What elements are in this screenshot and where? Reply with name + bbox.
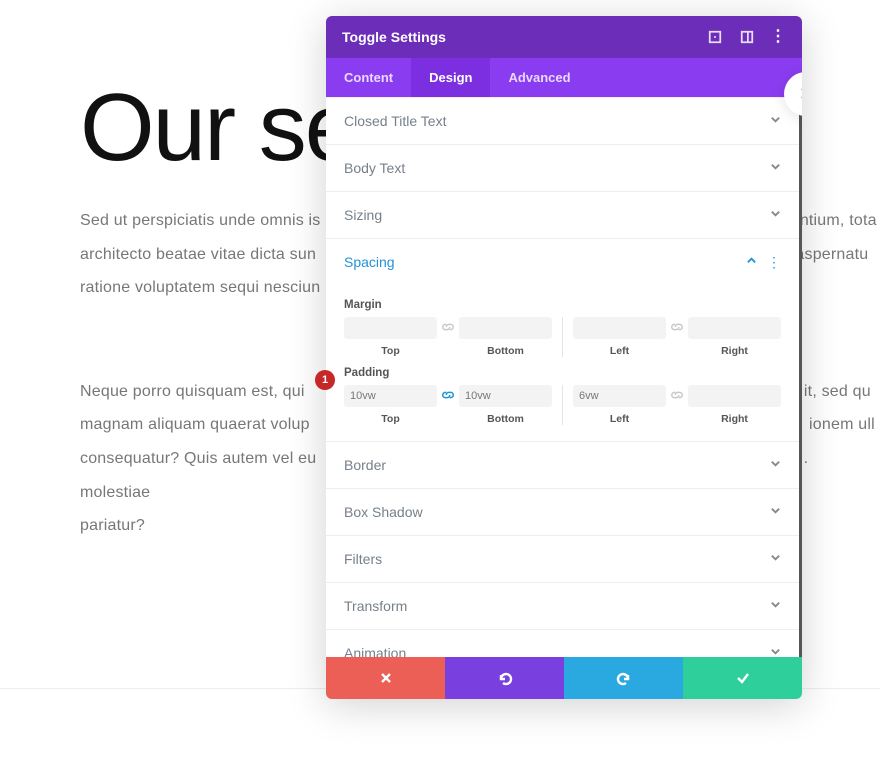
cancel-button[interactable] — [326, 657, 445, 699]
modal-title: Toggle Settings — [342, 29, 446, 45]
save-button[interactable] — [683, 657, 802, 699]
chevron-down-icon — [770, 456, 781, 474]
padding-top-input[interactable] — [344, 385, 437, 407]
undo-button[interactable] — [445, 657, 564, 699]
chevron-down-icon — [770, 644, 781, 657]
modal-tabs: Content Design Advanced — [326, 58, 802, 97]
padding-right-input[interactable] — [688, 385, 781, 407]
section-filters[interactable]: Filters — [326, 536, 799, 583]
spacing-controls: Margin Top Bottom Left Right Padding Top — [326, 285, 799, 442]
expand-icon[interactable] — [706, 28, 724, 46]
panel-icon[interactable] — [738, 28, 756, 46]
chevron-down-icon — [770, 112, 781, 130]
link-icon[interactable] — [437, 385, 459, 425]
settings-modal: Toggle Settings ⋮ Content Design Advance… — [326, 16, 802, 699]
modal-footer — [326, 657, 802, 699]
margin-left-input[interactable] — [573, 317, 666, 339]
margin-label: Margin — [344, 299, 781, 311]
settings-panel: Closed Title Text Body Text Sizing Spaci… — [326, 97, 802, 657]
section-body-text[interactable]: Body Text — [326, 145, 799, 192]
section-border[interactable]: Border — [326, 442, 799, 489]
chevron-up-icon — [746, 253, 757, 271]
section-closed-title-text[interactable]: Closed Title Text — [326, 97, 799, 145]
margin-bottom-input[interactable] — [459, 317, 552, 339]
link-icon[interactable] — [437, 317, 459, 357]
padding-label: Padding — [344, 367, 781, 379]
tab-design[interactable]: Design — [411, 58, 490, 97]
chevron-down-icon — [770, 597, 781, 615]
padding-row: Top Bottom Left Right — [344, 385, 781, 425]
chevron-down-icon — [770, 159, 781, 177]
chevron-down-icon — [770, 503, 781, 521]
section-sizing[interactable]: Sizing — [326, 192, 799, 239]
tab-advanced[interactable]: Advanced — [490, 58, 588, 97]
annotation-badge: 1 — [315, 370, 335, 390]
section-animation[interactable]: Animation — [326, 630, 799, 657]
link-icon[interactable] — [666, 317, 688, 357]
modal-titlebar[interactable]: Toggle Settings ⋮ — [326, 16, 802, 58]
chevron-down-icon — [770, 206, 781, 224]
link-icon[interactable] — [666, 385, 688, 425]
chevron-down-icon — [770, 550, 781, 568]
margin-top-input[interactable] — [344, 317, 437, 339]
padding-bottom-input[interactable] — [459, 385, 552, 407]
menu-dots-icon[interactable]: ⋮ — [770, 29, 786, 45]
redo-button[interactable] — [564, 657, 683, 699]
tab-content[interactable]: Content — [326, 58, 411, 97]
section-box-shadow[interactable]: Box Shadow — [326, 489, 799, 536]
section-spacing[interactable]: Spacing ⋮ — [326, 239, 799, 285]
margin-right-input[interactable] — [688, 317, 781, 339]
section-transform[interactable]: Transform — [326, 583, 799, 630]
padding-left-input[interactable] — [573, 385, 666, 407]
margin-row: Top Bottom Left Right — [344, 317, 781, 357]
section-menu-icon[interactable]: ⋮ — [767, 255, 781, 269]
